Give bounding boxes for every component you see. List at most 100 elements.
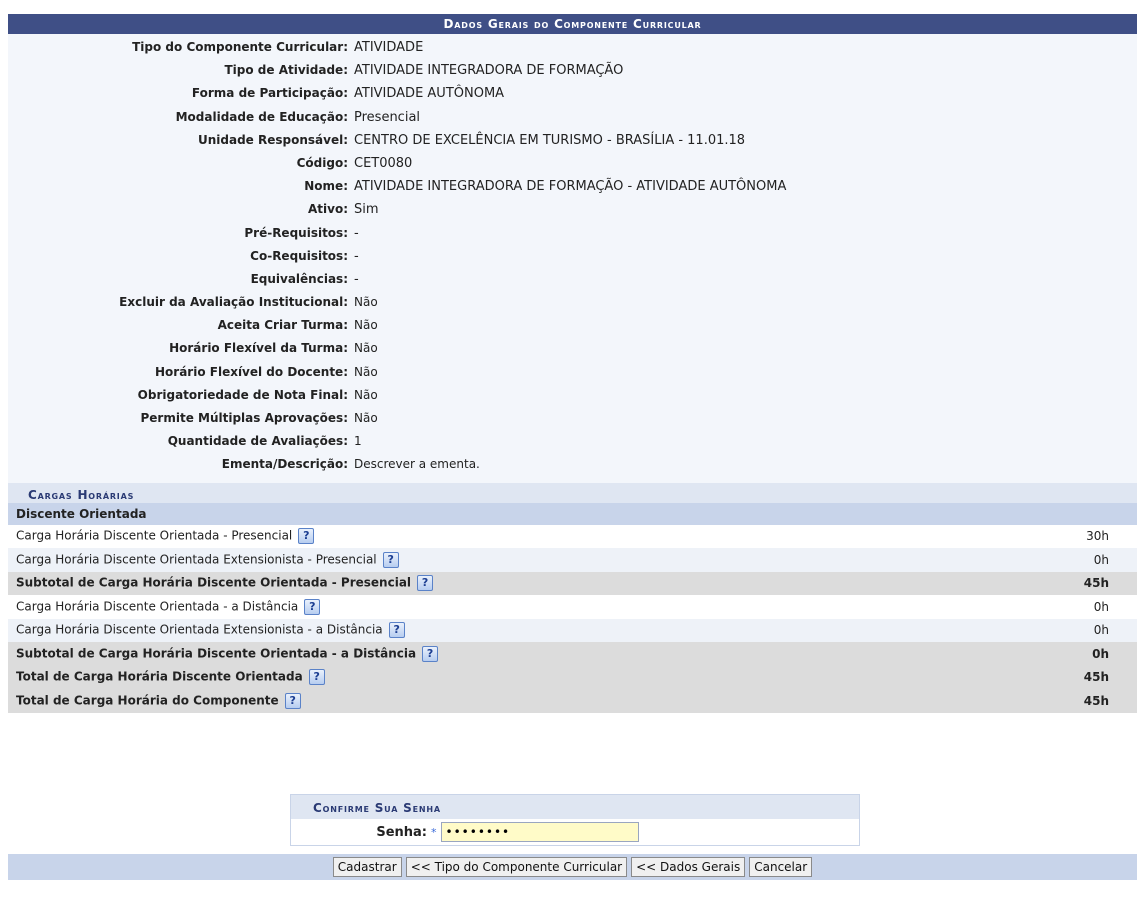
ch-row-value: 45h bbox=[1083, 670, 1109, 685]
field-label: Equivalências: bbox=[250, 271, 348, 286]
field-value: ATIVIDADE INTEGRADORA DE FORMAÇÃO bbox=[354, 63, 624, 79]
help-icon[interactable]: ? bbox=[422, 645, 439, 662]
back-dados-gerais-button[interactable]: << Dados Gerais bbox=[631, 857, 746, 877]
field-row-nota-final: Obrigatoriedade de Nota Final: Não bbox=[8, 384, 1137, 407]
field-label: Pré-Requisitos: bbox=[244, 225, 348, 240]
field-value: CENTRO DE EXCELÊNCIA EM TURISMO - BRASÍL… bbox=[354, 132, 746, 148]
field-label: Ementa/Descrição: bbox=[221, 457, 348, 472]
password-box-title: Confirme Sua Senha bbox=[291, 795, 859, 819]
field-row-nome: Nome: ATIVIDADE INTEGRADORA DE FORMAÇÃO … bbox=[8, 175, 1137, 198]
ch-row-label-wrap: Carga Horária Discente Orientada - Prese… bbox=[16, 528, 315, 545]
field-value: - bbox=[354, 248, 359, 264]
help-icon[interactable]: ? bbox=[298, 528, 315, 545]
password-label: Senha: bbox=[376, 824, 427, 840]
field-row-modalidade: Modalidade de Educação: Presencial bbox=[8, 106, 1137, 129]
ch-row-label-wrap: Carga Horária Discente Orientada Extensi… bbox=[16, 622, 405, 639]
ch-row-orientada-distancia: Carga Horária Discente Orientada - a Dis… bbox=[8, 595, 1137, 619]
ch-row-label: Subtotal de Carga Horária Discente Orien… bbox=[16, 646, 417, 661]
ch-row-value: 30h bbox=[1086, 529, 1109, 544]
ch-row-total-componente: Total de Carga Horária do Componente? 45… bbox=[8, 689, 1137, 713]
field-label: Unidade Responsável: bbox=[197, 132, 348, 147]
ch-row-subtotal-distancia: Subtotal de Carga Horária Discente Orien… bbox=[8, 642, 1137, 666]
back-tipo-componente-button[interactable]: << Tipo do Componente Curricular bbox=[405, 857, 628, 877]
field-label: Forma de Participação: bbox=[191, 86, 348, 101]
field-value: Sim bbox=[354, 202, 379, 218]
field-label: Horário Flexível do Docente: bbox=[155, 364, 348, 379]
cancelar-button[interactable]: Cancelar bbox=[749, 857, 813, 877]
ch-row-value: 45h bbox=[1083, 693, 1109, 708]
field-value: ATIVIDADE INTEGRADORA DE FORMAÇÃO - ATIV… bbox=[354, 179, 787, 195]
panel-title: Dados Gerais do Componente Curricular bbox=[8, 14, 1137, 34]
ch-row-label: Total de Carga Horária do Componente bbox=[16, 693, 279, 708]
field-value: Não bbox=[354, 341, 378, 356]
ch-row-label: Carga Horária Discente Orientada Extensi… bbox=[16, 622, 383, 637]
field-value: - bbox=[354, 225, 359, 241]
ch-row-subtotal-presencial: Subtotal de Carga Horária Discente Orien… bbox=[8, 571, 1137, 596]
ch-row-label-wrap: Total de Carga Horária Discente Orientad… bbox=[16, 669, 325, 686]
field-value: 1 bbox=[354, 434, 362, 449]
field-row-co-requisitos: Co-Requisitos: - bbox=[8, 245, 1137, 268]
general-info: Tipo do Componente Curricular: ATIVIDADE… bbox=[8, 34, 1137, 483]
help-icon[interactable]: ? bbox=[417, 575, 434, 592]
field-row-horario-turma: Horário Flexível da Turma: Não bbox=[8, 337, 1137, 360]
field-row-ementa: Ementa/Descrição: Descrever a ementa. bbox=[8, 453, 1137, 476]
field-label: Nome: bbox=[304, 179, 348, 194]
cadastrar-button[interactable]: Cadastrar bbox=[332, 857, 402, 877]
field-label: Quantidade de Avaliações: bbox=[167, 434, 348, 449]
ch-row-label-wrap: Carga Horária Discente Orientada - a Dis… bbox=[16, 598, 321, 615]
field-row-aceita-criar-turma: Aceita Criar Turma: Não bbox=[8, 314, 1137, 337]
field-label: Código: bbox=[296, 155, 348, 170]
field-value: Não bbox=[354, 411, 378, 425]
field-value: ATIVIDADE bbox=[354, 40, 424, 55]
discente-orientada-subtitle: Discente Orientada bbox=[8, 502, 1137, 525]
password-input[interactable] bbox=[440, 822, 639, 842]
field-value: Não bbox=[354, 295, 378, 310]
password-confirm-box: Confirme Sua Senha Senha: * bbox=[290, 794, 860, 846]
field-value: Presencial bbox=[354, 109, 421, 125]
ch-row-label: Carga Horária Discente Orientada - a Dis… bbox=[16, 599, 299, 614]
password-row: Senha: * bbox=[291, 819, 859, 845]
field-row-pre-requisitos: Pré-Requisitos: - bbox=[8, 222, 1137, 245]
ch-row-total-orientada: Total de Carga Horária Discente Orientad… bbox=[8, 665, 1137, 690]
field-label: Ativo: bbox=[307, 202, 348, 217]
field-row-forma-participacao: Forma de Participação: ATIVIDADE AUTÔNOM… bbox=[8, 82, 1137, 105]
field-row-unidade: Unidade Responsável: CENTRO DE EXCELÊNCI… bbox=[8, 129, 1137, 152]
ch-row-value: 45h bbox=[1083, 576, 1109, 591]
ch-row-value: 0h bbox=[1093, 599, 1109, 614]
ch-row-label-wrap: Subtotal de Carga Horária Discente Orien… bbox=[16, 575, 434, 592]
ch-row-label: Carga Horária Discente Orientada - Prese… bbox=[16, 528, 293, 543]
ch-row-value: 0h bbox=[1093, 623, 1109, 638]
ch-row-label: Carga Horária Discente Orientada Extensi… bbox=[16, 552, 377, 567]
field-value: Não bbox=[354, 318, 378, 333]
field-label: Modalidade de Educação: bbox=[175, 109, 348, 124]
ch-row-value: 0h bbox=[1093, 552, 1109, 567]
field-row-horario-docente: Horário Flexível do Docente: Não bbox=[8, 361, 1137, 384]
help-icon[interactable]: ? bbox=[388, 622, 405, 639]
field-row-codigo: Código: CET0080 bbox=[8, 152, 1137, 175]
field-row-tipo-atividade: Tipo de Atividade: ATIVIDADE INTEGRADORA… bbox=[8, 59, 1137, 82]
field-label: Permite Múltiplas Aprovações: bbox=[140, 411, 349, 425]
field-row-excluir-avaliacao: Excluir da Avaliação Institucional: Não bbox=[8, 291, 1137, 314]
help-icon[interactable]: ? bbox=[304, 598, 321, 615]
field-label: Tipo do Componente Curricular: bbox=[132, 40, 348, 54]
field-value: ATIVIDADE AUTÔNOMA bbox=[354, 86, 505, 102]
ch-row-extensionista-presencial: Carga Horária Discente Orientada Extensi… bbox=[8, 548, 1137, 572]
action-button-bar: Cadastrar << Tipo do Componente Curricul… bbox=[8, 854, 1137, 880]
ch-row-label: Total de Carga Horária Discente Orientad… bbox=[16, 669, 303, 684]
field-row-ativo: Ativo: Sim bbox=[8, 198, 1137, 221]
required-star-icon: * bbox=[431, 825, 437, 839]
ch-row-value: 0h bbox=[1092, 646, 1109, 661]
ch-row-extensionista-distancia: Carga Horária Discente Orientada Extensi… bbox=[8, 618, 1137, 643]
field-value: - bbox=[354, 271, 359, 287]
field-label: Horário Flexível da Turma: bbox=[169, 341, 348, 356]
ch-row-label-wrap: Subtotal de Carga Horária Discente Orien… bbox=[16, 645, 439, 662]
field-row-equivalencias: Equivalências: - bbox=[8, 268, 1137, 291]
help-icon[interactable]: ? bbox=[382, 551, 399, 568]
field-label: Aceita Criar Turma: bbox=[217, 318, 348, 333]
field-value: CET0080 bbox=[354, 155, 413, 171]
field-row-multiplas-aprovacoes: Permite Múltiplas Aprovações: Não bbox=[8, 407, 1137, 430]
ch-row-label: Subtotal de Carga Horária Discente Orien… bbox=[16, 575, 412, 590]
help-icon[interactable]: ? bbox=[284, 692, 301, 709]
help-icon[interactable]: ? bbox=[308, 669, 325, 686]
field-row-quantidade-avaliacoes: Quantidade de Avaliações: 1 bbox=[8, 430, 1137, 453]
